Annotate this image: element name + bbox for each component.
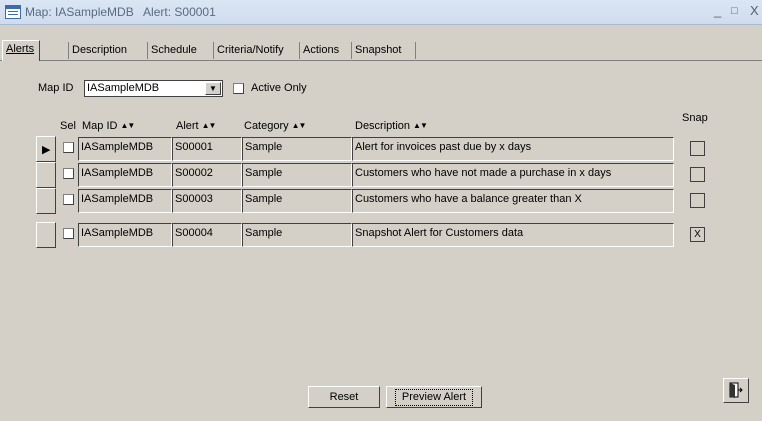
col-header-map-id[interactable]: Map ID ▲▼ bbox=[82, 120, 135, 132]
cell-map-id[interactable]: IASampleMDB bbox=[78, 189, 172, 213]
tab-description[interactable]: Description bbox=[68, 42, 148, 59]
minimize-button[interactable]: _ bbox=[714, 3, 721, 18]
cell-map-id[interactable]: IASampleMDB bbox=[78, 163, 172, 187]
preview-alert-button-label: Preview Alert bbox=[394, 389, 474, 406]
cell-description[interactable]: Alert for invoices past due by x days bbox=[352, 137, 674, 161]
window-title: Map: IASampleMDB Alert: S00001 bbox=[25, 5, 216, 19]
tab-schedule-label: Schedule bbox=[151, 44, 197, 56]
table-row[interactable]: IASampleMDB S00003 Sample Customers who … bbox=[36, 188, 736, 214]
record-selector[interactable] bbox=[36, 222, 56, 248]
chevron-down-icon[interactable]: ▼ bbox=[205, 82, 221, 95]
col-header-category[interactable]: Category ▲▼ bbox=[244, 120, 307, 132]
cell-description[interactable]: Customers who have a balance greater tha… bbox=[352, 189, 674, 213]
active-only-checkbox[interactable] bbox=[233, 83, 244, 94]
record-selector[interactable] bbox=[36, 188, 56, 214]
col-header-snap: Snap bbox=[682, 112, 708, 124]
maximize-button[interactable]: □ bbox=[731, 5, 738, 17]
table-row[interactable]: IASampleMDB S00004 Sample Snapshot Alert… bbox=[36, 222, 736, 248]
tab-snapshot-label: Snapshot bbox=[355, 44, 402, 56]
tab-actions-label: Actions bbox=[303, 44, 340, 56]
col-header-sel: Sel bbox=[60, 120, 76, 132]
tab-strip: Alerts Description Schedule Criteria/Not… bbox=[0, 40, 762, 61]
cell-category[interactable]: Sample bbox=[242, 137, 352, 161]
col-header-alert-label: Alert bbox=[176, 120, 199, 132]
current-record-icon: ▶ bbox=[42, 144, 51, 156]
exit-button[interactable] bbox=[723, 378, 749, 403]
cell-category[interactable]: Sample bbox=[242, 223, 352, 247]
row-select-checkbox[interactable] bbox=[63, 194, 74, 205]
record-selector[interactable]: ▶ bbox=[36, 136, 56, 162]
cell-alert[interactable]: S00003 bbox=[172, 189, 242, 213]
col-header-description-label: Description bbox=[355, 120, 411, 132]
close-button[interactable]: X bbox=[750, 3, 759, 18]
col-header-alert[interactable]: Alert ▲▼ bbox=[176, 120, 217, 132]
table-row[interactable]: IASampleMDB S00002 Sample Customers who … bbox=[36, 162, 736, 188]
row-select-checkbox[interactable] bbox=[63, 228, 74, 239]
exit-door-icon bbox=[729, 382, 743, 399]
map-id-label: Map ID bbox=[38, 82, 74, 94]
reset-button[interactable]: Reset bbox=[308, 386, 380, 408]
snap-checkbox[interactable]: X bbox=[690, 227, 705, 242]
cell-category[interactable]: Sample bbox=[242, 163, 352, 187]
record-selector[interactable] bbox=[36, 162, 56, 188]
snap-checkbox[interactable] bbox=[690, 141, 705, 156]
snap-checkbox[interactable] bbox=[690, 167, 705, 182]
table-row[interactable]: ▶ IASampleMDB S00001 Sample Alert for in… bbox=[36, 136, 736, 162]
preview-alert-button[interactable]: Preview Alert bbox=[386, 386, 482, 408]
tab-snapshot[interactable]: Snapshot bbox=[352, 42, 416, 59]
snap-checkbox[interactable] bbox=[690, 193, 705, 208]
tab-criteria-label: Criteria/Notify bbox=[217, 44, 284, 56]
tab-alerts-label: Alerts bbox=[6, 43, 35, 55]
row-select-checkbox[interactable] bbox=[63, 168, 74, 179]
cell-alert[interactable]: S00001 bbox=[172, 137, 242, 161]
cell-alert[interactable]: S00002 bbox=[172, 163, 242, 187]
col-header-category-label: Category bbox=[244, 120, 289, 132]
row-select-checkbox[interactable] bbox=[63, 142, 74, 153]
col-header-description[interactable]: Description ▲▼ bbox=[355, 120, 428, 132]
tab-description-label: Description bbox=[72, 44, 128, 56]
tab-criteria-notify[interactable]: Criteria/Notify bbox=[214, 42, 300, 59]
cell-description[interactable]: Snapshot Alert for Customers data bbox=[352, 223, 674, 247]
sort-icon[interactable]: ▲▼ bbox=[292, 121, 307, 130]
col-header-map-id-label: Map ID bbox=[82, 120, 118, 132]
sort-icon[interactable]: ▲▼ bbox=[413, 121, 428, 130]
sort-icon[interactable]: ▲▼ bbox=[202, 121, 217, 130]
reset-button-label: Reset bbox=[329, 391, 359, 403]
cell-map-id[interactable]: IASampleMDB bbox=[78, 223, 172, 247]
cell-description[interactable]: Customers who have not made a purchase i… bbox=[352, 163, 674, 187]
sort-icon[interactable]: ▲▼ bbox=[120, 121, 135, 130]
tab-schedule[interactable]: Schedule bbox=[148, 42, 214, 59]
cell-alert[interactable]: S00004 bbox=[172, 223, 242, 247]
cell-category[interactable]: Sample bbox=[242, 189, 352, 213]
cell-map-id[interactable]: IASampleMDB bbox=[78, 137, 172, 161]
tab-alerts[interactable]: Alerts bbox=[2, 40, 40, 61]
tab-actions[interactable]: Actions bbox=[300, 42, 352, 59]
map-id-value: IASampleMDB bbox=[87, 82, 160, 94]
map-id-combo[interactable]: IASampleMDB ▼ bbox=[84, 80, 223, 97]
form-icon bbox=[5, 5, 21, 19]
active-only-label: Active Only bbox=[251, 82, 307, 94]
title-bar: Map: IASampleMDB Alert: S00001 _ □ X bbox=[0, 0, 762, 25]
